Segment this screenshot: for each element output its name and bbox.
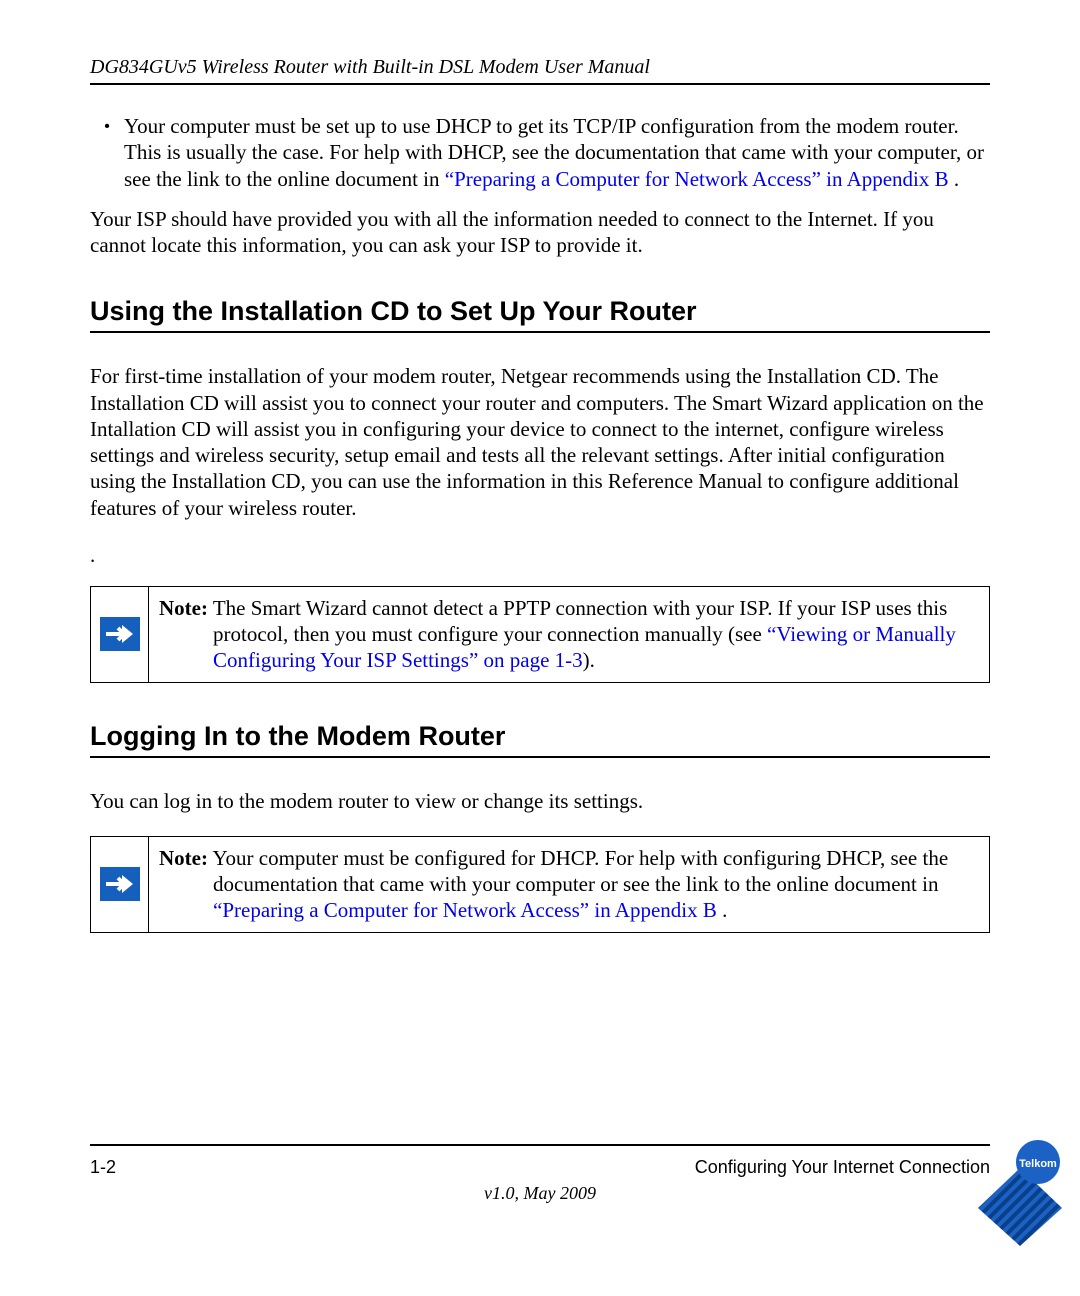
footer-page-number: 1-2	[90, 1157, 116, 1178]
isp-paragraph: Your ISP should have provided you with a…	[90, 206, 990, 259]
bullet-item: • Your computer must be set up to use DH…	[90, 113, 990, 192]
note-arrow-icon	[91, 587, 149, 682]
bullet-text-post: .	[949, 167, 960, 191]
footer-section-title: Configuring Your Internet Connection	[695, 1157, 990, 1178]
note1-post: ).	[583, 648, 595, 672]
stray-dot: .	[90, 543, 990, 568]
footer-version: v1.0, May 2009	[90, 1183, 990, 1204]
note2-post: .	[717, 898, 728, 922]
installation-cd-paragraph: For first-time installation of your mode…	[90, 363, 990, 521]
note-label: Note:	[159, 846, 208, 870]
heading-installation-cd: Using the Installation CD to Set Up Your…	[90, 296, 990, 333]
svg-text:Telkom: Telkom	[1019, 1158, 1057, 1170]
note2-pre: Your computer must be configured for DHC…	[208, 846, 948, 896]
login-paragraph: You can log in to the modem router to vi…	[90, 788, 990, 814]
note-box-dhcp: Note: Your computer must be configured f…	[90, 836, 990, 933]
page-header: DG834GUv5 Wireless Router with Built-in …	[90, 56, 990, 85]
heading-logging-in: Logging In to the Modem Router	[90, 721, 990, 758]
telkom-logo: Telkom	[974, 1134, 1066, 1246]
link-appendix-b-2[interactable]: “Preparing a Computer for Network Access…	[213, 898, 717, 922]
footer-rule	[90, 1144, 990, 1146]
note-box-smart-wizard: Note: The Smart Wizard cannot detect a P…	[90, 586, 990, 683]
bullet-marker: •	[90, 113, 124, 192]
link-appendix-b[interactable]: “Preparing a Computer for Network Access…	[445, 167, 949, 191]
note-arrow-icon	[91, 837, 149, 932]
note-label: Note:	[159, 596, 208, 620]
